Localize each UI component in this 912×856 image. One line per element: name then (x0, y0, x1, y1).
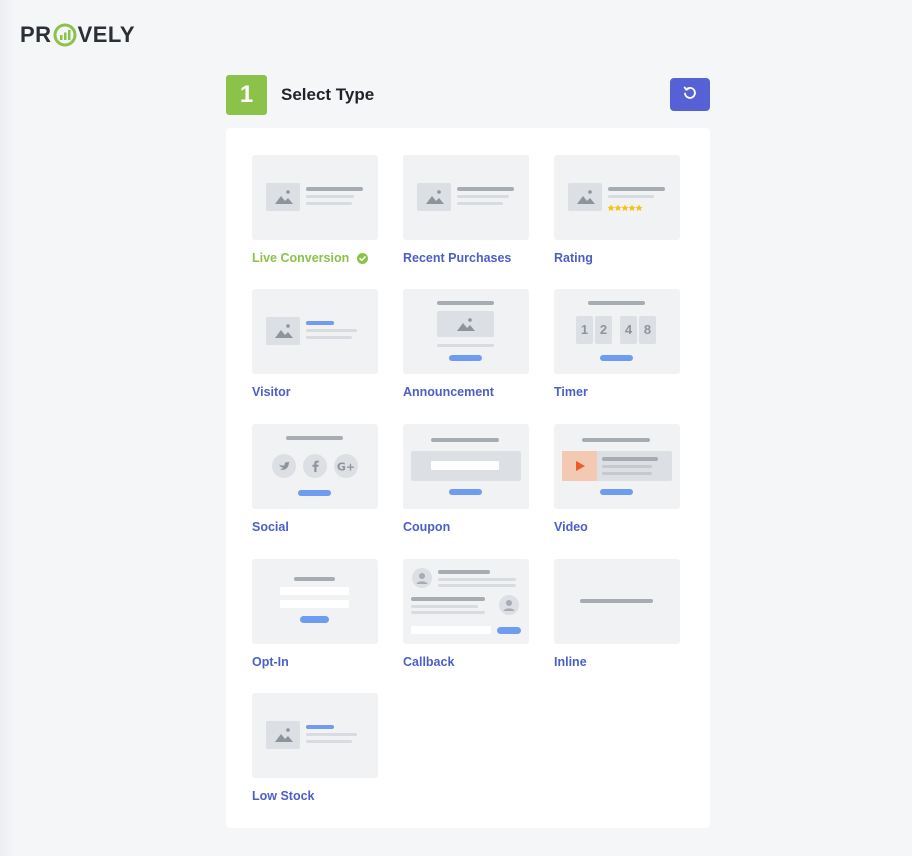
provely-logo: PR VELY (20, 22, 135, 48)
type-selection-card: Live Conversion Recent Purchases Rating … (226, 128, 710, 828)
type-tile-social[interactable]: G+ Social (252, 424, 378, 534)
type-tile-visitor[interactable]: Visitor (252, 289, 378, 399)
svg-text:G+: G+ (337, 461, 355, 474)
type-label: Rating (554, 251, 593, 265)
type-label: Video (554, 520, 588, 534)
type-label: Inline (554, 655, 587, 669)
type-tile-live-conversion[interactable]: Live Conversion (252, 155, 378, 265)
undo-icon (682, 85, 698, 104)
visitor-preview (252, 289, 378, 374)
type-tile-recent-purchases[interactable]: Recent Purchases (403, 155, 529, 265)
type-label-text: Live Conversion (252, 251, 350, 265)
reset-button[interactable] (670, 78, 710, 111)
type-tile-coupon[interactable]: Coupon (403, 424, 529, 534)
type-tile-announcement[interactable]: Announcement (403, 289, 529, 399)
type-label: Recent Purchases (403, 251, 512, 265)
timer-digit: 4 (624, 322, 633, 337)
type-label: Low Stock (252, 789, 315, 803)
type-label: Opt-In (252, 655, 289, 669)
type-label: Coupon (403, 520, 451, 534)
timer-preview: 1 2 4 8 (554, 289, 680, 374)
low-stock-preview (252, 693, 378, 778)
step-title: Select Type (281, 85, 375, 104)
type-label: Timer (554, 385, 588, 399)
type-tile-low-stock[interactable]: Low Stock (252, 693, 378, 803)
recent-purchases-preview (403, 155, 529, 240)
type-tile-opt-in[interactable]: Opt-In (252, 559, 378, 669)
type-label: Social (252, 520, 289, 534)
type-tile-inline[interactable]: Inline (554, 559, 680, 669)
timer-digit: 8 (643, 322, 652, 337)
live-conversion-preview (252, 155, 378, 240)
video-preview (554, 424, 680, 509)
type-tile-callback[interactable]: Callback (403, 559, 529, 669)
type-tile-rating[interactable]: Rating (554, 155, 680, 265)
logo-text-right: VELY (77, 22, 136, 47)
timer-digit: 1 (580, 322, 589, 337)
left-edge (0, 0, 16, 856)
rating-preview (554, 155, 680, 240)
logo-chart-icon (53, 23, 77, 47)
type-label: Visitor (252, 385, 291, 399)
type-tile-video[interactable]: Video (554, 424, 680, 534)
opt-in-preview (252, 559, 378, 644)
type-label: Live Conversion (252, 251, 378, 265)
logo-text-left: PR (20, 22, 52, 47)
social-preview: G+ (252, 424, 378, 509)
step-header: 1 Select Type (226, 75, 374, 115)
coupon-preview (403, 424, 529, 509)
inline-preview (554, 559, 680, 644)
step-number-badge: 1 (226, 75, 267, 115)
announcement-preview (403, 289, 529, 374)
type-label: Announcement (403, 385, 494, 399)
callback-preview (403, 559, 529, 644)
type-label: Callback (403, 655, 455, 669)
type-tile-timer[interactable]: 1 2 4 8 Timer (554, 289, 680, 399)
timer-digit: 2 (599, 322, 608, 337)
check-circle-icon (357, 252, 369, 264)
